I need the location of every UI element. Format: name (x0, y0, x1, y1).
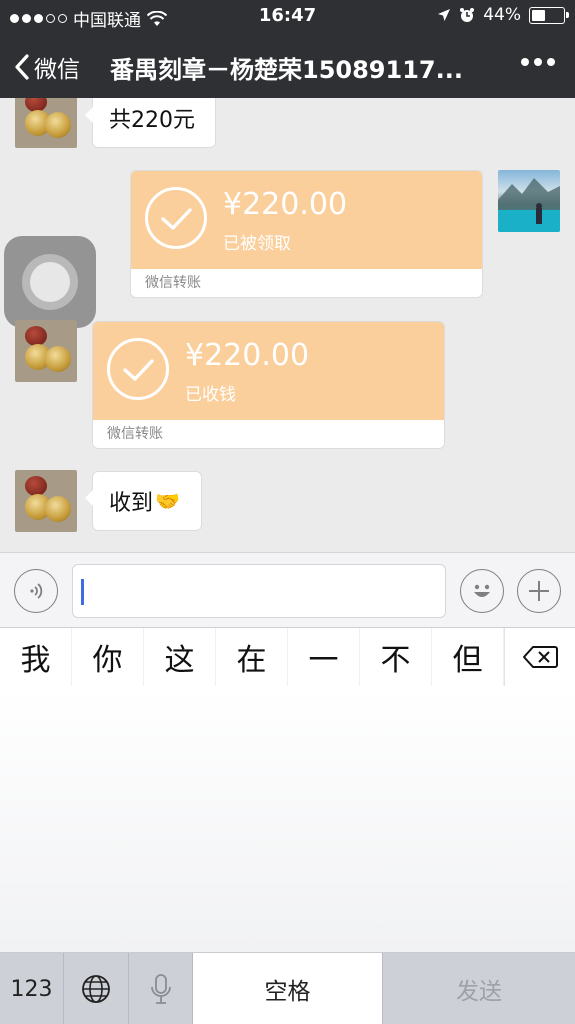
battery-icon (529, 6, 569, 24)
more-dots-icon[interactable] (521, 58, 555, 66)
candidate-key[interactable]: 这 (144, 628, 216, 686)
location-arrow-icon (438, 9, 451, 21)
send-key[interactable]: 发送 (383, 953, 575, 1024)
handshake-icon: 🤝 (155, 489, 180, 513)
back-button[interactable]: 微信 (14, 50, 80, 84)
my-avatar[interactable] (498, 170, 560, 232)
message-bubble[interactable]: 共220元 (85, 98, 216, 148)
chat-title: 番禺刻章－杨楚荣15089117... (110, 56, 463, 84)
top-bar: 中国联通 16:47 44% 微信 番禺刻章－杨楚荣15089117... (0, 0, 575, 98)
text-caret (81, 579, 84, 605)
voice-icon[interactable] (14, 569, 58, 613)
contact-avatar[interactable] (15, 320, 77, 382)
back-label: 微信 (34, 57, 80, 83)
transfer-card[interactable]: ¥220.00 已被领取 微信转账 (130, 170, 483, 298)
battery-percent: 44% (483, 5, 521, 25)
input-bar (0, 552, 575, 628)
transfer-amount: ¥220.00 (185, 338, 310, 373)
message-list[interactable]: 共220元 ¥220.00 已被领取 微信转账 ¥220.00 已收钱 微信转账… (0, 98, 575, 552)
message-bubble[interactable]: 收到 🤝 (85, 471, 202, 531)
backspace-icon[interactable] (504, 628, 575, 686)
transfer-footer: 微信转账 (107, 426, 163, 442)
contact-avatar[interactable] (15, 470, 77, 532)
alarm-clock-icon (460, 8, 475, 22)
message-input[interactable] (72, 564, 446, 618)
candidate-key[interactable]: 在 (216, 628, 288, 686)
transfer-footer: 微信转账 (145, 275, 201, 291)
candidate-key[interactable]: 你 (72, 628, 144, 686)
microphone-icon[interactable] (129, 953, 193, 1024)
candidate-key[interactable]: 但 (432, 628, 504, 686)
transfer-status: 已被领取 (223, 234, 291, 254)
transfer-header: ¥220.00 已收钱 (93, 322, 444, 420)
plus-icon[interactable] (517, 569, 561, 613)
candidate-key[interactable]: 我 (0, 628, 72, 686)
status-right: 44% (437, 5, 569, 25)
ime-candidate-bar: 我 你 这 在 一 不 但 (0, 628, 575, 686)
check-circle-icon (107, 338, 169, 400)
keyboard-area (0, 686, 575, 952)
message-text: 收到 (109, 491, 154, 516)
globe-icon[interactable] (64, 953, 129, 1024)
transfer-header: ¥220.00 已被领取 (131, 171, 482, 269)
numbers-key[interactable]: 123 (0, 953, 64, 1024)
candidate-key[interactable]: 一 (288, 628, 360, 686)
emoji-icon[interactable] (460, 569, 504, 613)
chevron-left-icon (15, 54, 29, 80)
message-text: 共220元 (109, 108, 195, 133)
space-key[interactable]: 空格 (193, 953, 383, 1024)
transfer-status: 已收钱 (185, 385, 236, 405)
assistive-touch-button[interactable] (4, 236, 96, 328)
check-circle-icon (145, 187, 207, 249)
contact-avatar[interactable] (15, 98, 77, 148)
candidate-key[interactable]: 不 (360, 628, 432, 686)
transfer-amount: ¥220.00 (223, 187, 348, 222)
transfer-card[interactable]: ¥220.00 已收钱 微信转账 (92, 321, 445, 449)
keyboard-bottom-row: 123 空格 发送 (0, 952, 575, 1024)
status-bar: 中国联通 16:47 44% (0, 0, 575, 32)
navigation-bar: 微信 番禺刻章－杨楚荣15089117... (0, 32, 575, 98)
